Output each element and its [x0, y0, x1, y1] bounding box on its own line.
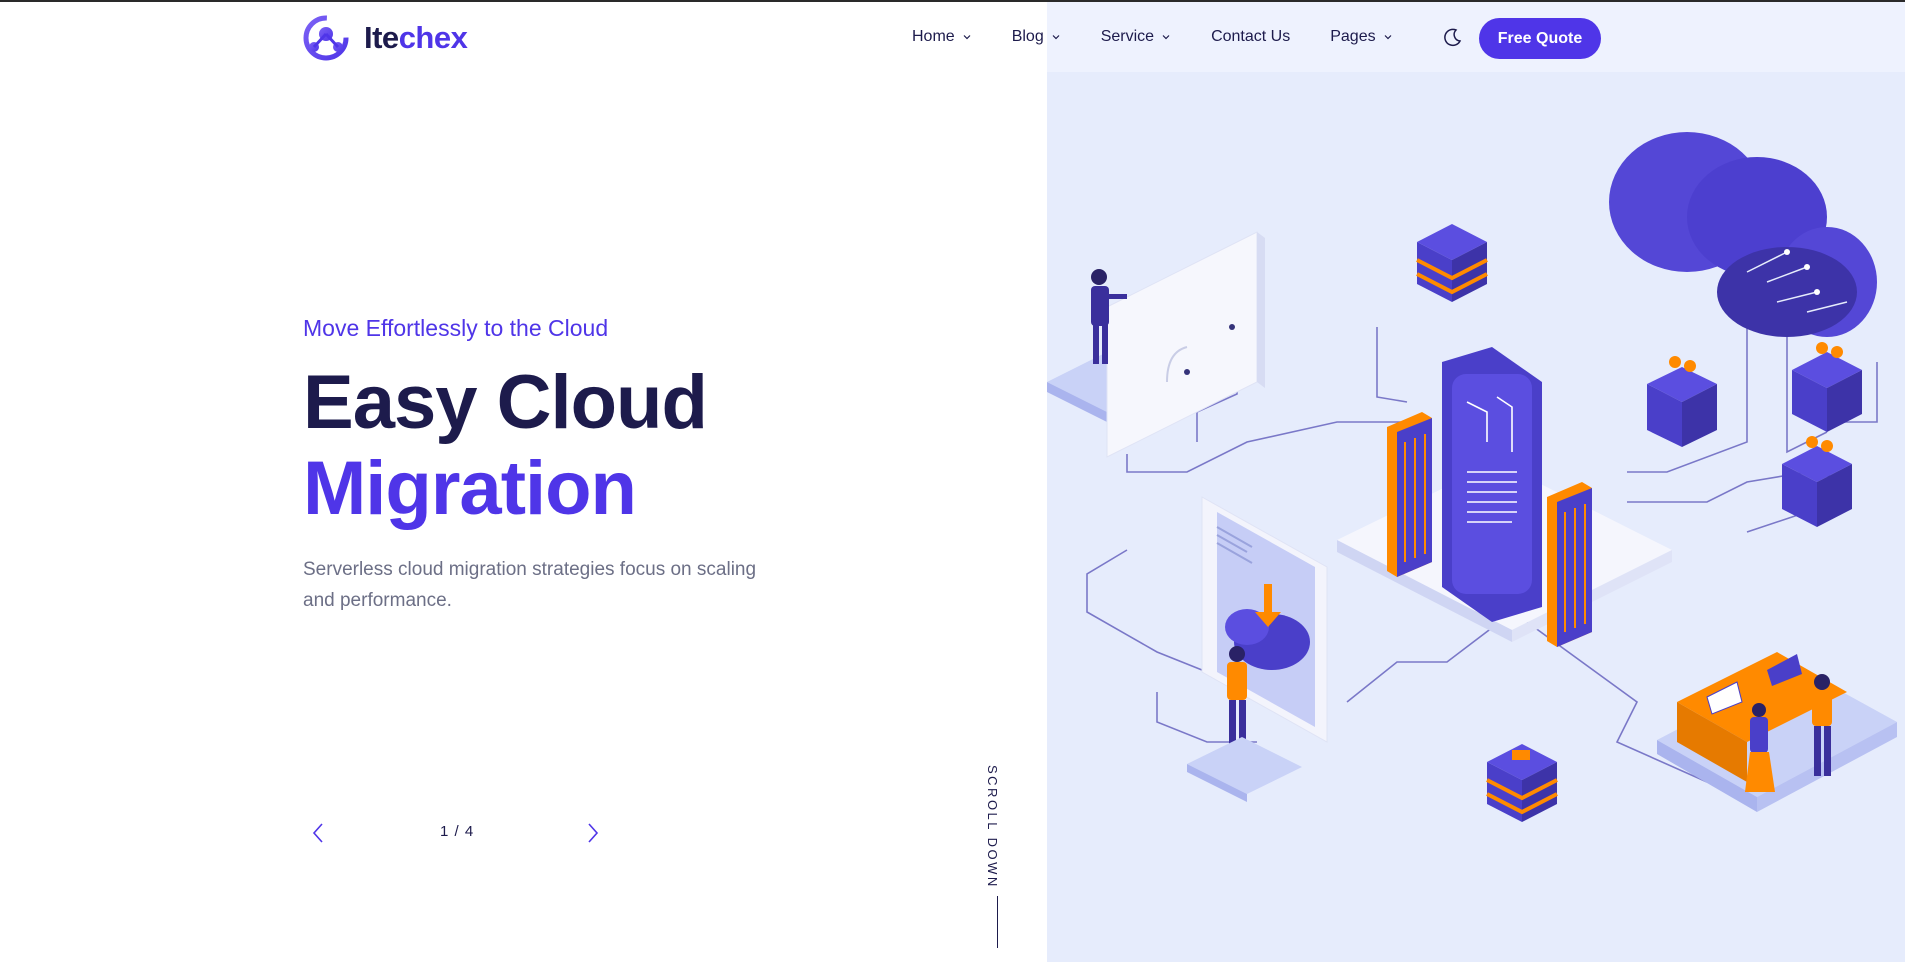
upload-screen — [1201, 496, 1328, 743]
chevron-down-icon — [1384, 35, 1392, 40]
nav-item-home[interactable]: Home — [912, 28, 972, 46]
slider-prev-button[interactable] — [303, 818, 333, 848]
phone-device — [1442, 347, 1542, 622]
chevron-down-icon — [1052, 35, 1060, 40]
chevron-left-icon — [312, 823, 323, 843]
hero-description: Serverless cloud migration strategies fo… — [303, 559, 757, 611]
slider-next-button[interactable] — [578, 818, 608, 848]
hero-title-line2: Migration — [303, 446, 637, 531]
slide-counter: 1 / 4 — [440, 823, 475, 840]
network-molecule-logo-icon — [303, 15, 349, 61]
server-rack-left — [1387, 412, 1432, 577]
brand-name: Itechex — [364, 20, 468, 56]
nav-item-label: Service — [1100, 28, 1155, 45]
main-nav: Home Blog Service Contact Us Pages — [912, 2, 1433, 72]
nav-item-label: Pages — [1330, 28, 1376, 45]
brand-name-part1: Ite — [364, 20, 399, 55]
hero-title: Easy Cloud Migration — [303, 360, 1023, 532]
hero-title-line1: Easy Cloud — [303, 360, 708, 445]
data-block-bottom — [1486, 744, 1558, 822]
nav-item-label: Blog — [1011, 28, 1044, 45]
nav-item-blog[interactable]: Blog — [1012, 28, 1061, 46]
server-stack-1 — [1647, 356, 1717, 447]
nav-item-label: Home — [912, 28, 955, 45]
desk-platform — [1657, 652, 1897, 812]
data-block-top — [1416, 224, 1488, 302]
nav-item-label: Contact Us — [1211, 28, 1291, 45]
scroll-down-line — [997, 896, 998, 948]
hero-eyebrow: Move Effortlessly to the Cloud — [303, 315, 609, 341]
scroll-down-label: SCROLL DOWN — [985, 765, 1000, 889]
site-header: Itechex Home Blog Service Contact Us Pag… — [0, 2, 1905, 72]
monitor-left — [1106, 231, 1265, 458]
slider-controls: 1 / 4 — [303, 818, 613, 848]
cloud-top-right — [1609, 132, 1877, 337]
chevron-down-icon — [1162, 35, 1170, 40]
brand-name-part2: chex — [398, 20, 468, 55]
brand-logo[interactable]: Itechex — [302, 14, 468, 62]
moon-icon[interactable] — [1442, 26, 1464, 48]
nav-item-contact-us[interactable]: Contact Us — [1211, 28, 1290, 46]
scroll-down-link[interactable]: SCROLL DOWN — [985, 765, 1013, 950]
hero-illustration-panel — [1047, 2, 1905, 962]
isometric-platform-center — [1187, 737, 1302, 802]
server-rack-right — [1547, 482, 1592, 647]
nav-item-pages[interactable]: Pages — [1330, 28, 1392, 46]
free-quote-button[interactable]: Free Quote — [1479, 18, 1601, 59]
nav-item-service[interactable]: Service — [1101, 28, 1171, 46]
chevron-right-icon — [588, 823, 599, 843]
server-stack-2 — [1792, 342, 1862, 432]
cloud-migration-illustration — [1047, 132, 1897, 822]
chevron-down-icon — [963, 35, 971, 40]
hero-section: Move Effortlessly to the Cloud Easy Clou… — [303, 315, 1023, 616]
